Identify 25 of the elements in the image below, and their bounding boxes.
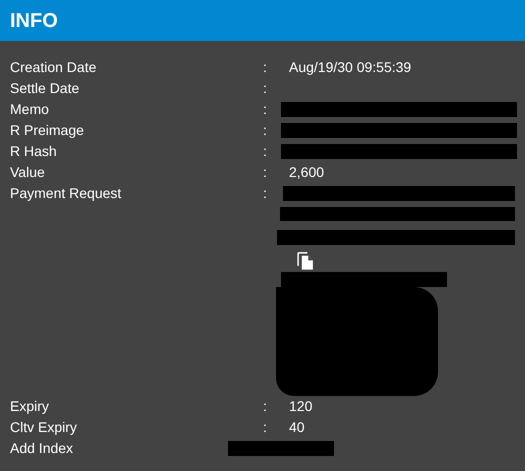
field-label: Memo [10,100,49,119]
field-value: 120 [289,397,312,416]
header-title: INFO [10,8,58,34]
colon-separator: : [263,79,268,98]
field-label: Add Index [10,439,74,458]
field-label: R Hash [10,142,57,161]
copy-icon[interactable] [297,252,314,270]
field-label: Settle Date [10,79,80,98]
colon-separator: : [263,184,268,203]
field-label: Payment Request [10,184,122,203]
colon-separator: : [263,58,268,77]
colon-separator: : [263,163,268,182]
field-label: Value [10,163,45,182]
colon-separator: : [263,121,268,140]
field-label: R Preimage [10,121,84,140]
field-label: Cltv Expiry [10,418,77,437]
colon-separator: : [263,397,268,416]
colon-separator: : [263,418,268,437]
field-value: 40 [289,418,305,437]
colon-separator: : [263,100,268,119]
field-label: Expiry [10,397,49,416]
colon-separator: : [263,142,268,161]
field-label: Creation Date [10,58,96,77]
field-value: Aug/19/30 09:55:39 [289,58,412,77]
field-value: 2,600 [289,163,324,182]
